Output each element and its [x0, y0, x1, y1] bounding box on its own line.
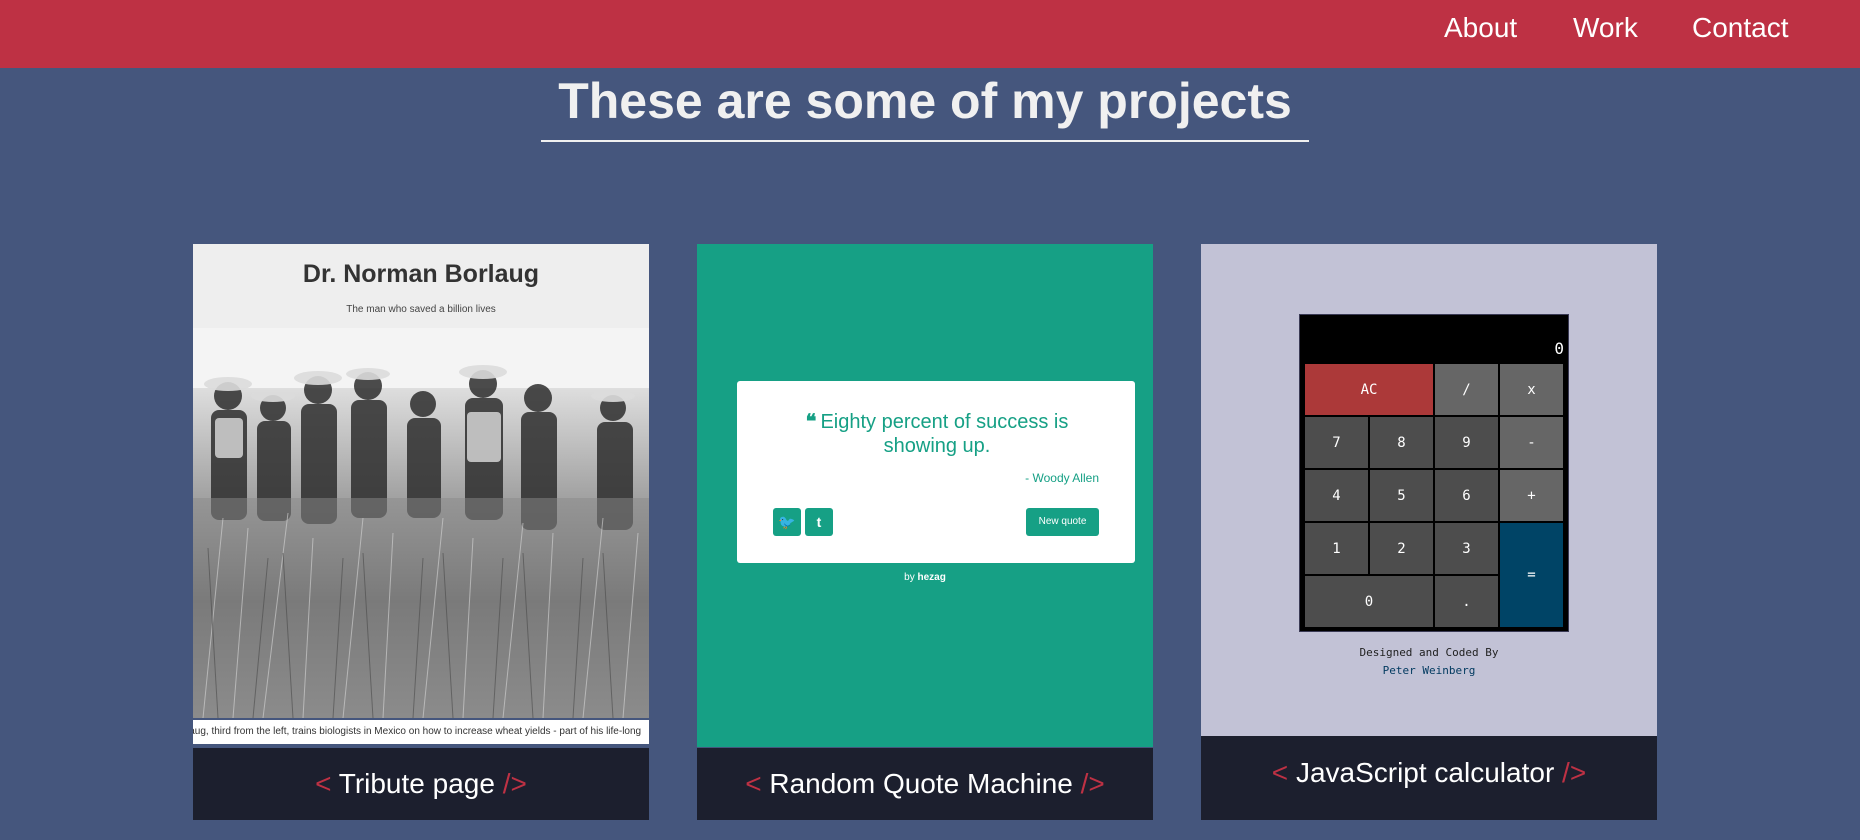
calc-key-6[interactable]: 6 [1434, 469, 1499, 522]
calc-key-minus[interactable]: - [1499, 416, 1564, 469]
calc-key-1[interactable]: 1 [1304, 522, 1369, 575]
tumblr-icon: t [816, 514, 822, 530]
tweet-button[interactable]: 🐦 [773, 508, 801, 536]
tribute-photo [193, 328, 649, 718]
project-caption-quote-machine[interactable]: < Random Quote Machine /> [697, 748, 1153, 820]
project-caption-calculator[interactable]: < JavaScript calculator /> [1201, 736, 1657, 820]
quote-attribution: by hezag [697, 572, 1153, 583]
calc-key-decimal[interactable]: . [1434, 575, 1499, 628]
calculator-credit-author[interactable]: Peter Weinberg [1201, 662, 1657, 680]
tribute-title: Dr. Norman Borlaug [302, 260, 540, 288]
new-quote-button[interactable]: New quote [1026, 508, 1099, 536]
quote-box: ❝ Eighty percent of success is showing up… [737, 381, 1135, 563]
tribute-header: Dr. Norman Borlaug The man who saved a b… [193, 244, 649, 328]
calculator-background: 0 AC / x 7 8 9 - 4 5 6 + 1 2 3 = 0 . Des… [1201, 244, 1657, 736]
project-title-tribute: Tribute page [338, 768, 495, 799]
project-thumbnail-tribute[interactable]: Dr. Norman Borlaug The man who saved a b… [193, 244, 649, 748]
calc-key-8[interactable]: 8 [1369, 416, 1434, 469]
nav-link-contact[interactable]: Contact [1692, 10, 1789, 46]
calc-key-divide[interactable]: / [1434, 363, 1499, 416]
quote-text-content: Eighty percent of success is showing up. [820, 411, 1069, 457]
quote-text: ❝ Eighty percent of success is showing up… [767, 409, 1107, 458]
caption-open-bracket: < [1271, 757, 1296, 788]
caption-open-bracket: < [315, 768, 339, 799]
quote-background: ❝ Eighty percent of success is showing up… [697, 244, 1153, 747]
calc-key-4[interactable]: 4 [1304, 469, 1369, 522]
quote-by-name[interactable]: hezag [918, 572, 946, 583]
calculator-credit: Designed and Coded By Peter Weinberg [1201, 644, 1657, 680]
navbar: About Work Contact [0, 0, 1860, 68]
quote-author: - Woody Allen [1025, 471, 1099, 485]
calculator-display: 0 [1554, 339, 1564, 358]
project-thumbnail-calculator[interactable]: 0 AC / x 7 8 9 - 4 5 6 + 1 2 3 = 0 . Des… [1201, 244, 1657, 736]
nav-link-work[interactable]: Work [1573, 10, 1638, 46]
calc-key-9[interactable]: 9 [1434, 416, 1499, 469]
caption-open-bracket: < [745, 768, 770, 799]
quote-by-prefix: by [904, 572, 918, 583]
project-title-quote-machine: Random Quote Machine [769, 768, 1073, 799]
calc-key-2[interactable]: 2 [1369, 522, 1434, 575]
calc-key-equals[interactable]: = [1499, 522, 1564, 628]
project-thumbnail-quote-machine[interactable]: ❝ Eighty percent of success is showing up… [697, 244, 1153, 748]
tumblr-button[interactable]: t [805, 508, 833, 536]
tribute-subtitle: The man who saved a billion lives [346, 304, 496, 315]
calc-key-7[interactable]: 7 [1304, 416, 1369, 469]
calc-key-3[interactable]: 3 [1434, 522, 1499, 575]
quote-mark-icon: ❝ [805, 409, 817, 433]
project-caption-tribute[interactable]: < Tribute page /> [193, 748, 649, 820]
caption-close-bracket: /> [1554, 757, 1587, 788]
calc-key-multiply[interactable]: x [1499, 363, 1564, 416]
projects-section-title: These are some of my projects [541, 70, 1309, 142]
tribute-photo-caption: laug, third from the left, trains biolog… [193, 720, 649, 744]
caption-close-bracket: /> [1072, 768, 1105, 799]
calc-key-plus[interactable]: + [1499, 469, 1564, 522]
caption-close-bracket: /> [494, 768, 527, 799]
twitter-icon: 🐦 [778, 514, 796, 530]
calc-key-5[interactable]: 5 [1369, 469, 1434, 522]
calculator: 0 AC / x 7 8 9 - 4 5 6 + 1 2 3 = 0 . [1299, 314, 1569, 632]
calc-key-clear[interactable]: AC [1304, 363, 1434, 416]
calc-key-0[interactable]: 0 [1304, 575, 1434, 628]
calculator-credit-line: Designed and Coded By [1359, 646, 1499, 659]
project-title-calculator: JavaScript calculator [1295, 757, 1555, 788]
nav-link-about[interactable]: About [1444, 10, 1517, 46]
